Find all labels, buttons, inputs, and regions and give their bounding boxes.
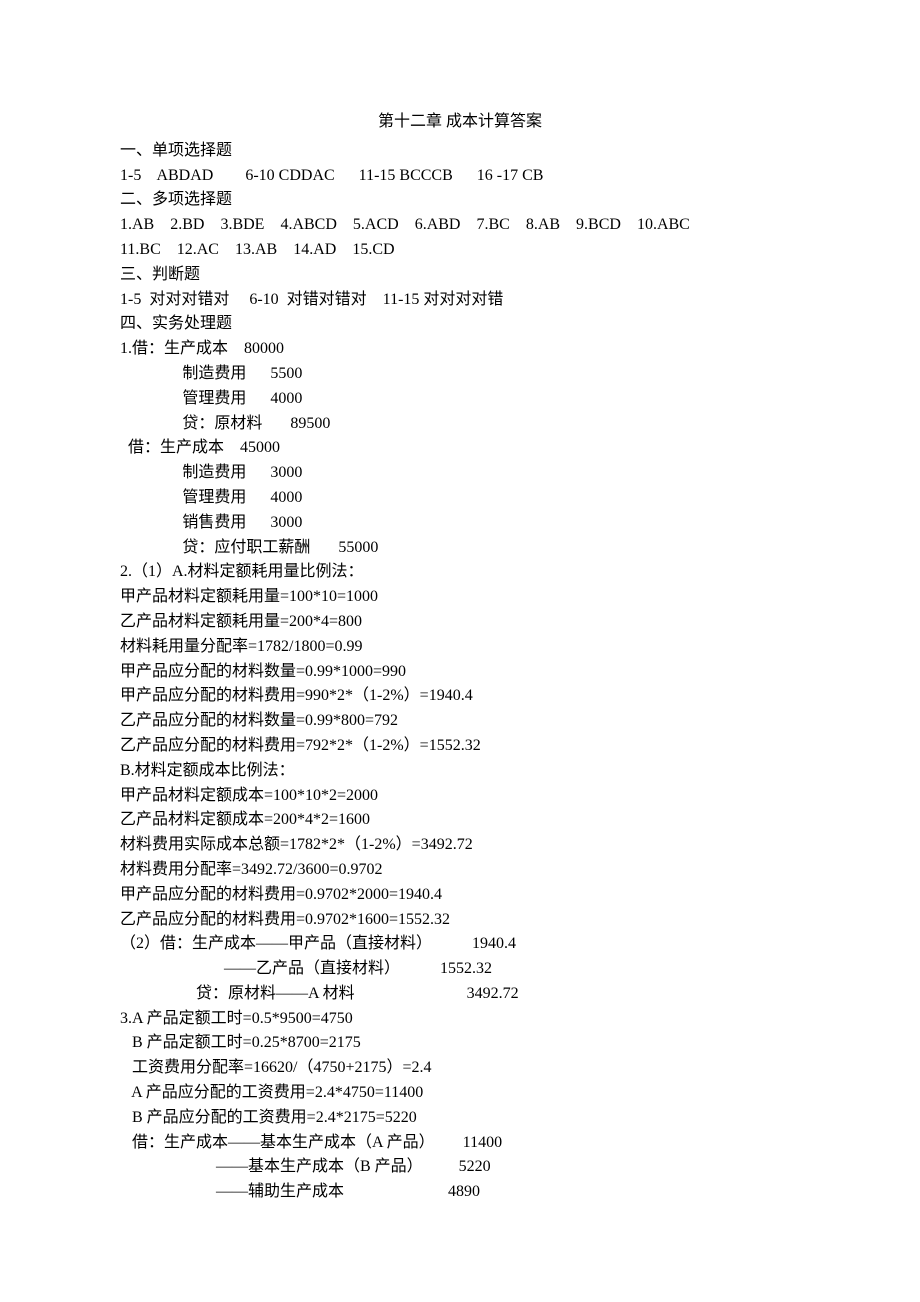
q3-line-5: B 产品应分配的工资费用=2.4*2175=5220 <box>120 1106 800 1131</box>
q3-line-8: ——辅助生产成本 4890 <box>120 1180 800 1205</box>
section-2-heading: 二、多项选择题 <box>120 188 800 213</box>
q1-line-5: 借：生产成本 45000 <box>120 436 800 461</box>
q3-line-1: 3.A 产品定额工时=0.5*9500=4750 <box>120 1007 800 1032</box>
q2-line-17: ——乙产品（直接材料） 1552.32 <box>120 957 800 982</box>
q1-line-7: 管理费用 4000 <box>120 486 800 511</box>
section-3-answers: 1-5 对对对错对 6-10 对错对错对 11-15 对对对对错 <box>120 288 800 313</box>
section-1-heading: 一、单项选择题 <box>120 139 800 164</box>
document-page: 第十二章 成本计算答案 一、单项选择题 1-5 ABDAD 6-10 CDDAC… <box>0 0 920 1302</box>
section-2-answers-2: 11.BC 12.AC 13.AB 14.AD 15.CD <box>120 238 800 263</box>
q1-line-9: 贷：应付职工薪酬 55000 <box>120 536 800 561</box>
q2-line-13: 材料费用分配率=3492.72/3600=0.9702 <box>120 858 800 883</box>
q2-line-16: （2）借：生产成本——甲产品（直接材料） 1940.4 <box>120 932 800 957</box>
q2-line-6: 甲产品应分配的材料费用=990*2*（1-2%）=1940.4 <box>120 684 800 709</box>
q2-line-11: 乙产品材料定额成本=200*4*2=1600 <box>120 808 800 833</box>
q2-line-12: 材料费用实际成本总额=1782*2*（1-2%）=3492.72 <box>120 833 800 858</box>
q2-line-4: 材料耗用量分配率=1782/1800=0.99 <box>120 635 800 660</box>
q2-line-8: 乙产品应分配的材料费用=792*2*（1-2%）=1552.32 <box>120 734 800 759</box>
q1-line-8: 销售费用 3000 <box>120 511 800 536</box>
q2-line-2: 甲产品材料定额耗用量=100*10=1000 <box>120 585 800 610</box>
section-1-answers: 1-5 ABDAD 6-10 CDDAC 11-15 BCCCB 16 -17 … <box>120 164 800 189</box>
q1-line-3: 管理费用 4000 <box>120 387 800 412</box>
section-4-heading: 四、实务处理题 <box>120 312 800 337</box>
q2-line-5: 甲产品应分配的材料数量=0.99*1000=990 <box>120 660 800 685</box>
q2-line-7: 乙产品应分配的材料数量=0.99*800=792 <box>120 709 800 734</box>
q2-line-9: B.材料定额成本比例法： <box>120 759 800 784</box>
q3-line-6: 借：生产成本——基本生产成本（A 产品） 11400 <box>120 1131 800 1156</box>
q3-line-7: ——基本生产成本（B 产品） 5220 <box>120 1155 800 1180</box>
q1-line-4: 贷：原材料 89500 <box>120 412 800 437</box>
q2-line-3: 乙产品材料定额耗用量=200*4=800 <box>120 610 800 635</box>
q2-line-15: 乙产品应分配的材料费用=0.9702*1600=1552.32 <box>120 908 800 933</box>
q2-line-10: 甲产品材料定额成本=100*10*2=2000 <box>120 784 800 809</box>
page-title: 第十二章 成本计算答案 <box>120 110 800 135</box>
q3-line-4: A 产品应分配的工资费用=2.4*4750=11400 <box>120 1081 800 1106</box>
q2-line-18: 贷：原材料——A 材料 3492.72 <box>120 982 800 1007</box>
q2-line-14: 甲产品应分配的材料费用=0.9702*2000=1940.4 <box>120 883 800 908</box>
q3-line-2: B 产品定额工时=0.25*8700=2175 <box>120 1031 800 1056</box>
q3-line-3: 工资费用分配率=16620/（4750+2175）=2.4 <box>120 1056 800 1081</box>
q1-line-2: 制造费用 5500 <box>120 362 800 387</box>
q1-line-1: 1.借：生产成本 80000 <box>120 337 800 362</box>
q1-line-6: 制造费用 3000 <box>120 461 800 486</box>
q2-line-1: 2.（1）A.材料定额耗用量比例法： <box>120 560 800 585</box>
section-2-answers-1: 1.AB 2.BD 3.BDE 4.ABCD 5.ACD 6.ABD 7.BC … <box>120 213 800 238</box>
section-3-heading: 三、判断题 <box>120 263 800 288</box>
